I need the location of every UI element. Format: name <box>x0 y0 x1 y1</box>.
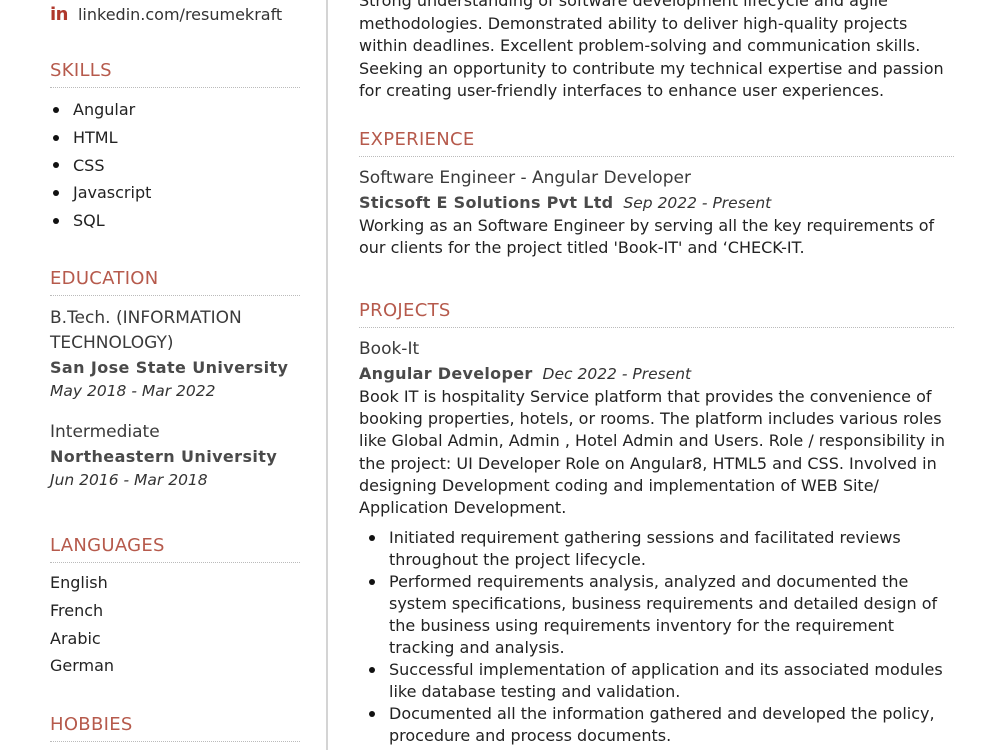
skill-item: CSS <box>50 151 300 179</box>
education-dates: May 2018 - Mar 2022 <box>50 382 216 400</box>
language-item: English <box>50 573 108 593</box>
skill-label: Javascript <box>73 183 152 203</box>
education-rule <box>50 295 300 296</box>
project-bullet: Initiated requirement gathering sessions… <box>359 527 954 571</box>
education-degree: Intermediate <box>50 422 160 442</box>
bullet-icon <box>53 134 59 141</box>
job-company: Sticsoft E Solutions Pvt Ltd <box>359 193 614 212</box>
experience-rule <box>359 156 954 157</box>
column-divider <box>326 0 328 750</box>
education-school: Northeastern University <box>50 447 278 466</box>
education-entry: B.Tech. (INFORMATION TECHNOLOGY) San Jos… <box>50 306 300 402</box>
project-description: Book IT is hospitality Service platform … <box>359 387 945 518</box>
summary-text: Strong understanding of software develop… <box>359 0 944 100</box>
skill-item: HTML <box>50 124 300 152</box>
bullet-text: Successful implementation of application… <box>389 660 943 702</box>
language-item: Arabic <box>50 628 101 648</box>
bullet-icon <box>369 667 375 674</box>
projects-section: PROJECTS Book-It Angular Developer Dec 2… <box>359 300 954 747</box>
languages-rule <box>50 562 300 563</box>
project-role: Angular Developer <box>359 364 533 383</box>
skill-item: SQL <box>50 207 300 235</box>
project-bullet: Successful implementation of application… <box>359 659 954 703</box>
project-entry: Book-It Angular Developer Dec 2022 - Pre… <box>359 336 954 747</box>
skill-label: CSS <box>73 155 105 175</box>
education-school: San Jose State University <box>50 358 289 377</box>
bullet-icon <box>53 106 59 113</box>
skills-heading: SKILLS <box>50 60 112 81</box>
education-heading: EDUCATION <box>50 268 159 289</box>
skills-rule <box>50 87 300 88</box>
job-title: Software Engineer - Angular Developer <box>359 168 691 188</box>
languages-section: LANGUAGES English French Arabic German <box>50 535 300 680</box>
language-item: German <box>50 656 115 676</box>
skill-item: Angular <box>50 96 300 124</box>
project-bullets: Initiated requirement gathering sessions… <box>359 527 954 747</box>
linkedin-icon: in <box>50 4 68 25</box>
project-dates: Dec 2022 - Present <box>542 365 692 383</box>
skill-label: HTML <box>73 128 118 148</box>
bullet-icon <box>369 579 375 586</box>
bullet-icon <box>369 711 375 718</box>
languages-heading: LANGUAGES <box>50 535 165 556</box>
bullet-icon <box>53 162 59 169</box>
bullet-text: Documented all the information gathered … <box>389 704 935 746</box>
hobbies-rule <box>50 741 300 742</box>
projects-rule <box>359 327 954 328</box>
skill-item: Javascript <box>50 179 300 207</box>
project-bullet: Performed requirements analysis, analyze… <box>359 571 954 659</box>
project-name: Book-It <box>359 339 420 359</box>
hobbies-heading: HOBBIES <box>50 714 133 735</box>
skills-list: Angular HTML CSS Javascript SQL <box>50 96 300 234</box>
education-section: EDUCATION B.Tech. (INFORMATION TECHNOLOG… <box>50 268 300 491</box>
bullet-icon <box>53 189 59 196</box>
education-entry: Intermediate Northeastern University Jun… <box>50 420 300 491</box>
skills-section: SKILLS Angular HTML CSS Javascript SQL <box>50 60 300 234</box>
bullet-icon <box>53 217 59 224</box>
language-item: French <box>50 601 104 621</box>
linkedin-contact[interactable]: in linkedin.com/resumekraft <box>50 4 282 25</box>
bullet-text: Initiated requirement gathering sessions… <box>389 528 901 570</box>
hobbies-section: HOBBIES <box>50 714 300 742</box>
job-dates: Sep 2022 - Present <box>623 194 772 212</box>
project-bullet: Documented all the information gathered … <box>359 703 954 747</box>
experience-section: EXPERIENCE Software Engineer - Angular D… <box>359 129 954 259</box>
education-dates: Jun 2016 - Mar 2018 <box>50 471 208 489</box>
bullet-text: Performed requirements analysis, analyze… <box>389 572 938 658</box>
linkedin-url[interactable]: linkedin.com/resumekraft <box>78 5 282 24</box>
projects-heading: PROJECTS <box>359 300 451 321</box>
languages-list: English French Arabic German <box>50 569 300 680</box>
skill-label: SQL <box>73 211 105 231</box>
job-entry: Software Engineer - Angular Developer St… <box>359 165 954 259</box>
bullet-icon <box>369 535 375 542</box>
education-degree: B.Tech. (INFORMATION TECHNOLOGY) <box>50 308 242 353</box>
skill-label: Angular <box>73 100 136 120</box>
experience-heading: EXPERIENCE <box>359 129 475 150</box>
job-description: Working as an Software Engineer by servi… <box>359 216 935 258</box>
